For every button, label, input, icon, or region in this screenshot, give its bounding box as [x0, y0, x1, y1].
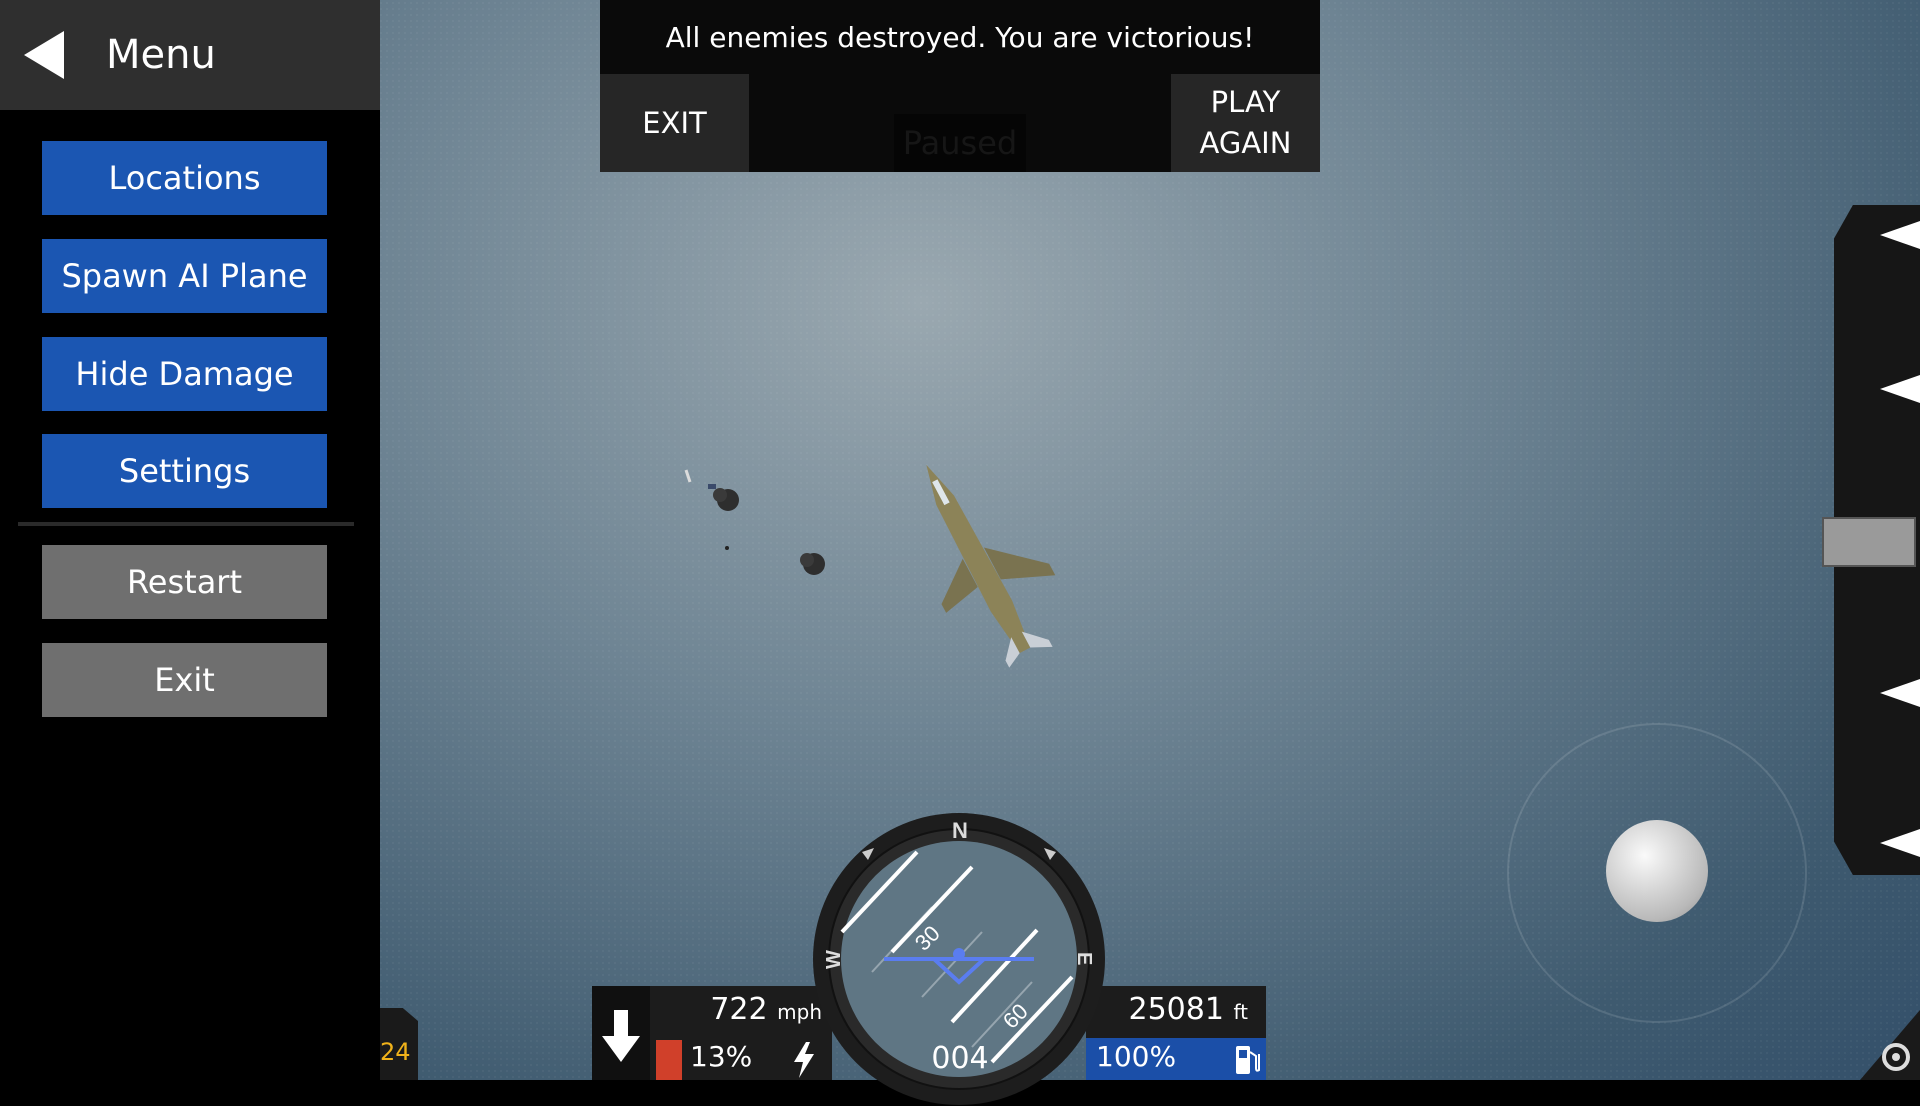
victory-dialog: All enemies destroyed. You are victoriou…	[600, 0, 1320, 172]
player-airplane	[926, 464, 1056, 668]
compass-north: N	[952, 818, 968, 843]
locations-button[interactable]: Locations	[42, 141, 327, 215]
compass-east: E	[1073, 952, 1095, 965]
smoke-puff	[713, 488, 739, 511]
throttle-slider-handle[interactable]	[1822, 517, 1916, 567]
camera-view-icon[interactable]	[1860, 1010, 1920, 1080]
level-indicator: 24	[380, 1038, 411, 1066]
trim-down-arrow-icon[interactable]	[1880, 679, 1920, 707]
menu-title: Menu	[106, 32, 216, 78]
spawn-ai-plane-button[interactable]: Spawn AI Plane	[42, 239, 327, 313]
settings-button[interactable]: Settings	[42, 434, 327, 508]
hide-damage-button[interactable]: Hide Damage	[42, 337, 327, 411]
restart-button[interactable]: Restart	[42, 545, 327, 619]
fuel-pump-icon	[1236, 1046, 1260, 1074]
throttle-bar	[656, 1040, 682, 1080]
altitude-value: 25081	[1128, 992, 1224, 1027]
descend-button[interactable]	[592, 986, 650, 1080]
pause-menu: Menu Locations Spawn AI Plane Hide Damag…	[0, 0, 380, 1080]
enemy-debris	[684, 469, 729, 550]
play-again-button[interactable]: PLAY AGAIN	[1171, 74, 1320, 172]
fuel-percent: 100%	[1096, 1040, 1177, 1073]
paused-label: Paused	[894, 114, 1026, 172]
airspeed-readout: 722 mph	[662, 992, 822, 1027]
altitude-readout: 25081 ft	[1086, 992, 1248, 1027]
down-arrow-icon	[602, 1010, 640, 1062]
back-arrow-icon[interactable]	[24, 31, 64, 79]
exit-button[interactable]: Exit	[42, 643, 327, 717]
flaps-arrow-icon[interactable]	[1880, 375, 1920, 403]
menu-divider	[18, 522, 354, 526]
play-again-label: PLAY AGAIN	[1200, 82, 1292, 164]
heading-readout: 004	[931, 1040, 989, 1076]
dialog-exit-button[interactable]: EXIT	[600, 74, 749, 172]
hud-altitude-panel: 25081 ft 100%	[1086, 986, 1266, 1080]
gear-arrow-icon[interactable]	[1880, 829, 1920, 857]
play-again-line2: AGAIN	[1199, 126, 1292, 160]
hud-speed-panel: 722 mph 13%	[592, 986, 832, 1080]
trim-up-arrow-icon[interactable]	[1880, 221, 1920, 249]
smoke-puff	[800, 553, 825, 575]
compass-west: W	[823, 950, 845, 969]
victory-message: All enemies destroyed. You are victoriou…	[665, 20, 1255, 54]
altitude-unit: ft	[1233, 1000, 1248, 1024]
throttle-percent: 13%	[690, 1040, 753, 1073]
menu-back-button[interactable]: Menu	[0, 0, 380, 110]
airspeed-value: 722	[710, 992, 768, 1027]
play-again-line1: PLAY	[1210, 85, 1281, 119]
joystick-knob[interactable]	[1606, 820, 1708, 922]
